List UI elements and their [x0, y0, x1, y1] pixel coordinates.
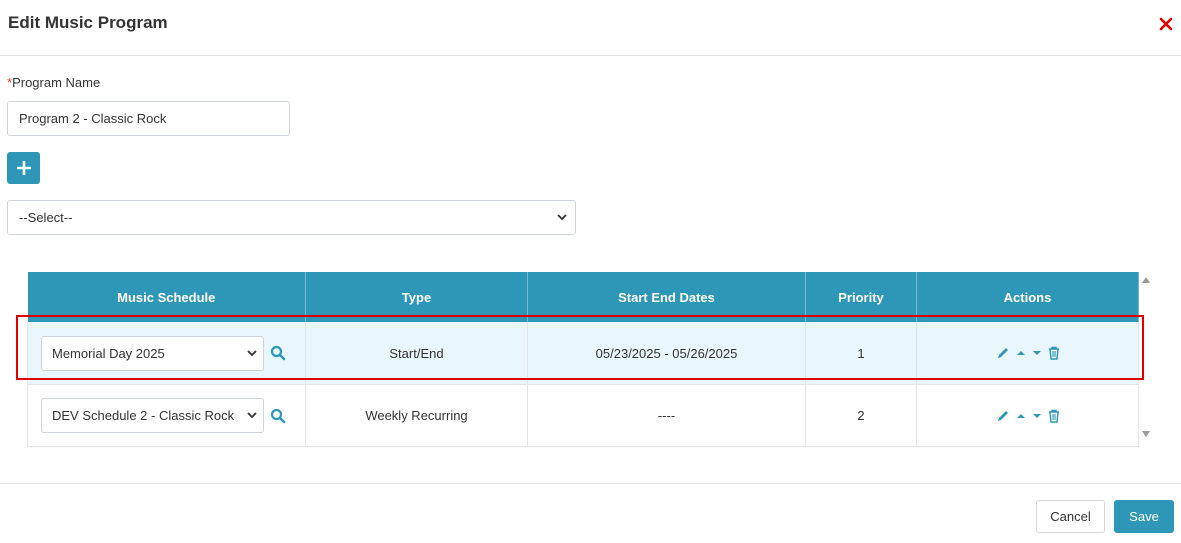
cancel-button[interactable]: Cancel — [1036, 500, 1105, 533]
save-button[interactable]: Save — [1114, 500, 1174, 533]
plus-icon — [16, 161, 31, 175]
header-priority: Priority — [805, 272, 917, 322]
footer-divider — [0, 483, 1181, 484]
schedule-cell: Memorial Day 2025 — [27, 322, 306, 385]
type-cell: Weekly Recurring — [305, 384, 528, 447]
header-type: Type — [305, 272, 528, 322]
trash-icon[interactable] — [1048, 346, 1060, 360]
priority-cell: 2 — [805, 384, 917, 447]
program-name-label: *Program Name — [7, 75, 100, 90]
trash-icon[interactable] — [1048, 409, 1060, 423]
dates-cell: 05/23/2025 - 05/26/2025 — [527, 322, 806, 385]
type-cell: Start/End — [305, 322, 528, 385]
pencil-icon[interactable] — [996, 409, 1010, 423]
schedule-cell: DEV Schedule 2 - Classic Rock — [27, 384, 306, 447]
modal-title: Edit Music Program — [8, 13, 168, 32]
header-music-schedule: Music Schedule — [27, 272, 306, 322]
caret-up-icon[interactable] — [1016, 349, 1026, 357]
chevron-down-icon — [247, 412, 257, 419]
music-schedule-value: DEV Schedule 2 - Classic Rock — [52, 408, 235, 423]
scroll-up-arrow[interactable] — [1141, 276, 1151, 284]
caret-up-icon[interactable] — [1016, 412, 1026, 420]
program-name-input[interactable] — [7, 101, 290, 136]
caret-down-icon[interactable] — [1032, 349, 1042, 357]
program-name-label-text: Program Name — [12, 75, 101, 90]
schedule-select-value: --Select-- — [19, 210, 73, 225]
dates-cell: ---- — [527, 384, 806, 447]
music-schedule-value: Memorial Day 2025 — [52, 345, 165, 361]
table-row: Memorial Day 2025 Start/End 05/23/2025 -… — [27, 322, 1139, 385]
caret-down-icon[interactable] — [1032, 412, 1042, 420]
header-actions: Actions — [916, 272, 1139, 322]
music-schedule-table: Music Schedule Type Start End Dates Prio… — [27, 272, 1139, 447]
scroll-down-arrow[interactable] — [1141, 430, 1151, 438]
header-divider — [0, 55, 1181, 56]
music-schedule-select[interactable]: DEV Schedule 2 - Classic Rock — [41, 398, 264, 433]
pencil-icon[interactable] — [996, 346, 1010, 360]
schedule-select[interactable]: --Select-- — [7, 200, 576, 235]
actions-cell — [916, 322, 1139, 385]
search-icon[interactable] — [270, 408, 286, 424]
table-header-row: Music Schedule Type Start End Dates Prio… — [27, 272, 1139, 322]
chevron-down-icon — [247, 349, 257, 356]
priority-cell: 1 — [805, 322, 917, 385]
close-icon[interactable] — [1156, 14, 1176, 34]
add-schedule-button[interactable] — [7, 152, 40, 184]
chevron-down-icon — [557, 214, 567, 221]
table-row: DEV Schedule 2 - Classic Rock Weekly Rec… — [27, 384, 1139, 447]
actions-cell — [916, 384, 1139, 447]
music-schedule-select[interactable]: Memorial Day 2025 — [41, 335, 264, 371]
header-start-end-dates: Start End Dates — [527, 272, 806, 322]
search-icon[interactable] — [270, 345, 286, 361]
